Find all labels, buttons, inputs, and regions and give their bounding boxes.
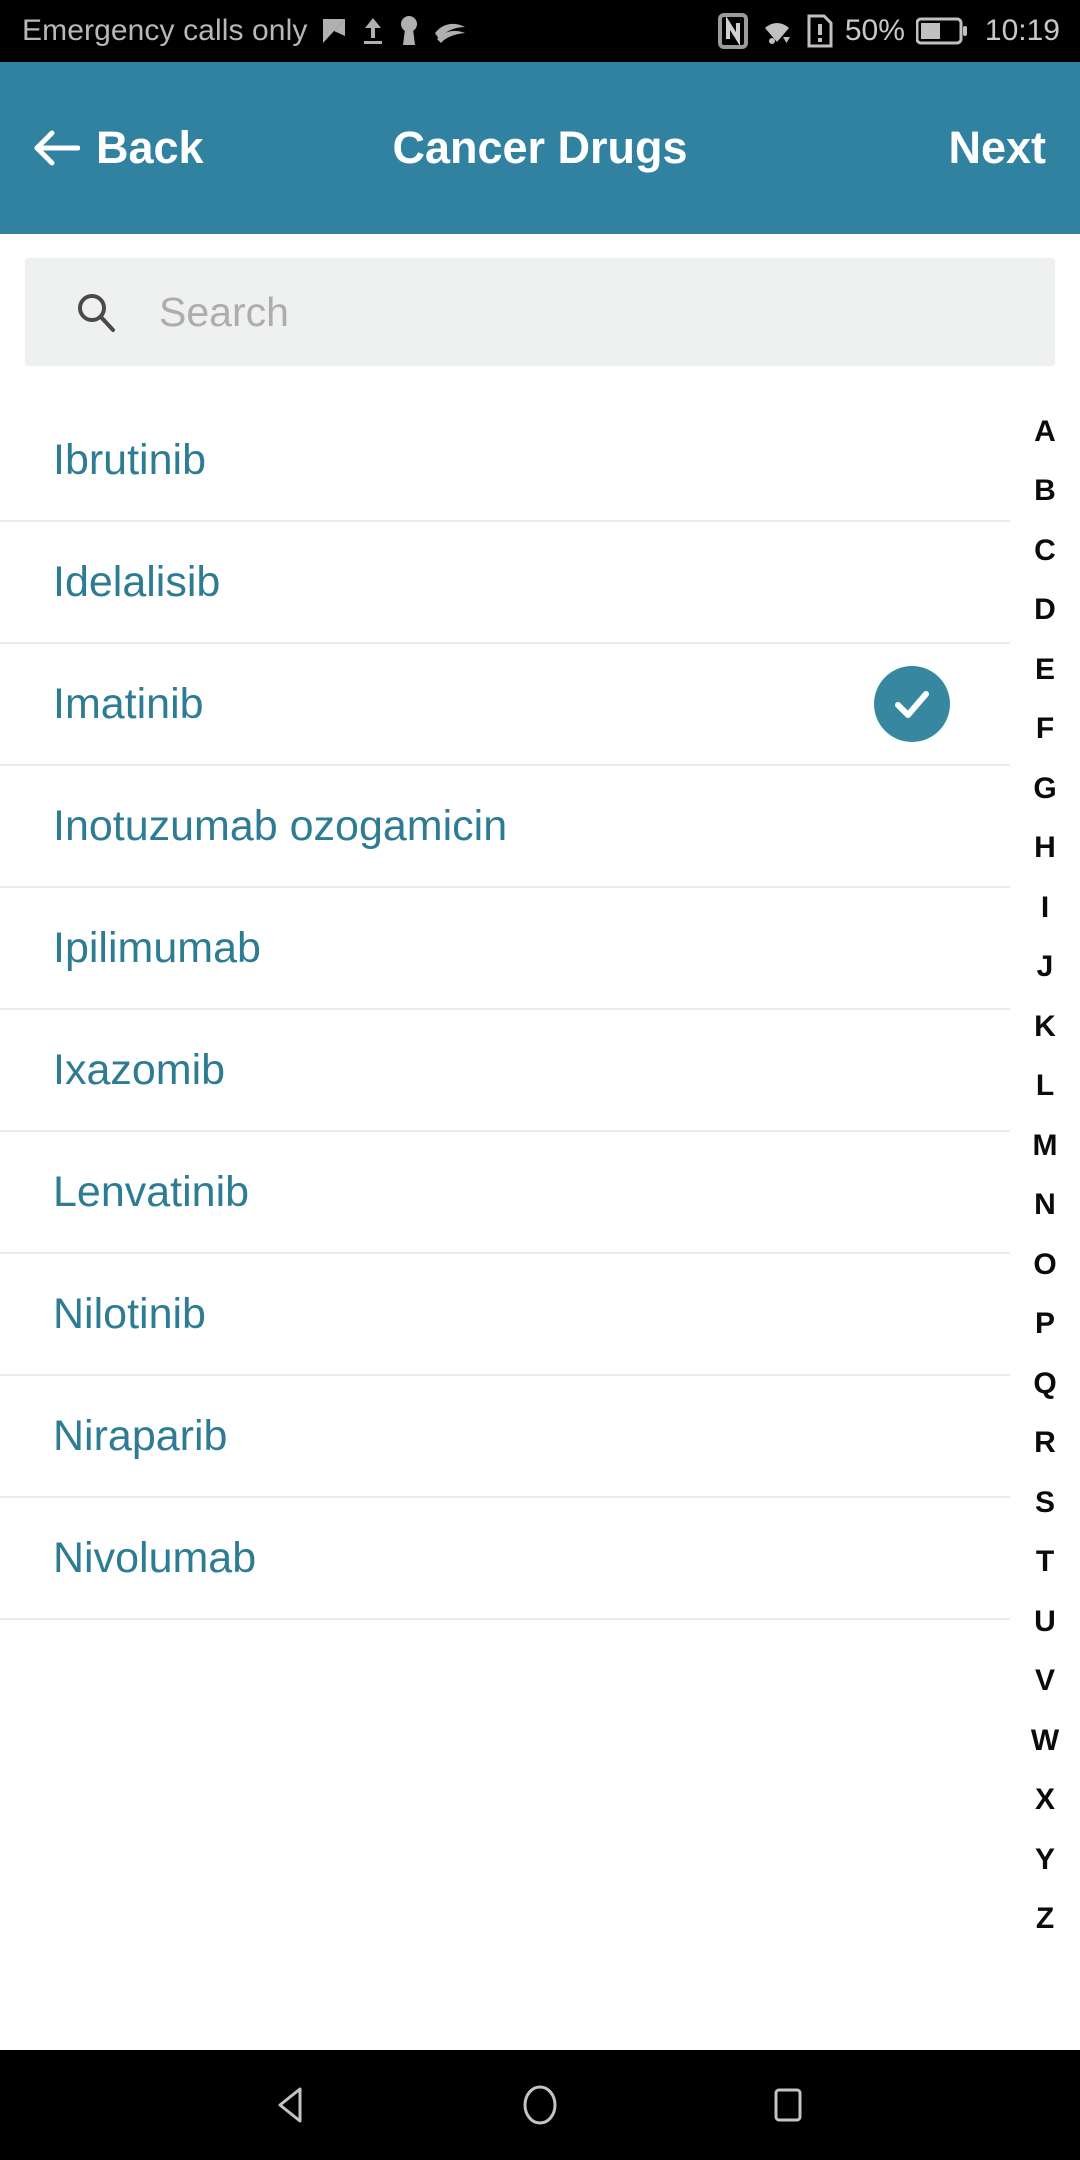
alpha-index-letter-p[interactable]: P xyxy=(1010,1295,1080,1355)
alpha-index-letter-y[interactable]: Y xyxy=(1010,1830,1080,1890)
battery-percent-label: 50% xyxy=(844,14,905,47)
list-item[interactable]: Ipilimumab xyxy=(0,888,1010,1010)
list-item-label: Inotuzumab ozogamicin xyxy=(53,801,508,850)
status-bar-left: Emergency calls only xyxy=(0,14,467,48)
search-input[interactable] xyxy=(159,288,919,336)
alpha-index-letter-z[interactable]: Z xyxy=(1010,1890,1080,1950)
home-circle-icon[interactable] xyxy=(516,2081,564,2129)
alpha-index-letter-s[interactable]: S xyxy=(1010,1473,1080,1533)
alpha-index-letter-l[interactable]: L xyxy=(1010,1057,1080,1117)
list-item-label: Nivolumab xyxy=(53,1533,257,1582)
alpha-index-letter-v[interactable]: V xyxy=(1010,1652,1080,1712)
list-item-label: Ibrutinib xyxy=(53,435,206,484)
alpha-index-letter-x[interactable]: X xyxy=(1010,1771,1080,1831)
search-icon xyxy=(75,291,117,333)
list-item[interactable]: Idelalisib xyxy=(0,522,1010,644)
list-item[interactable]: Niraparib xyxy=(0,1376,1010,1498)
upload-icon xyxy=(361,16,385,46)
sim-alert-icon xyxy=(806,14,834,48)
wifi-icon xyxy=(759,16,795,46)
alpha-index-letter-a[interactable]: A xyxy=(1010,402,1080,462)
alpha-index-letter-h[interactable]: H xyxy=(1010,819,1080,879)
list-item-label: Nilotinib xyxy=(53,1289,206,1338)
nfc-icon xyxy=(717,13,748,49)
list-item[interactable]: Nivolumab xyxy=(0,1498,1010,1620)
battery-icon xyxy=(915,17,968,45)
alpha-index-letter-u[interactable]: U xyxy=(1010,1592,1080,1652)
list-item[interactable]: Nilotinib xyxy=(0,1254,1010,1376)
clock-label: 10:19 xyxy=(984,14,1060,47)
carrier-label: Emergency calls only xyxy=(22,14,308,47)
arrow-left-icon xyxy=(34,129,81,167)
list-item[interactable]: Inotuzumab ozogamicin xyxy=(0,766,1010,888)
list-item-label: Lenvatinib xyxy=(53,1167,250,1216)
keyhole-icon xyxy=(399,15,419,47)
next-button[interactable]: Next xyxy=(948,122,1046,174)
selected-check-icon xyxy=(874,666,950,742)
back-triangle-icon[interactable] xyxy=(268,2081,316,2129)
list-item-label: Ixazomib xyxy=(53,1045,226,1094)
mail-icon xyxy=(321,16,347,46)
app-bar: Cancer Drugs Back Next xyxy=(0,62,1080,234)
list-item-label: Ipilimumab xyxy=(53,923,261,972)
list-item-label: Idelalisib xyxy=(53,557,221,606)
list-item[interactable]: Ibrutinib xyxy=(0,400,1010,522)
alphabet-index[interactable]: ABCDEFGHIJKLMNOPQRSTUVWXYZ xyxy=(1010,400,1080,2090)
android-nav-bar xyxy=(0,2050,1080,2160)
back-button[interactable]: Back xyxy=(34,122,204,174)
alpha-index-letter-f[interactable]: F xyxy=(1010,700,1080,760)
recents-square-icon[interactable] xyxy=(764,2081,812,2129)
phone-screen: Emergency calls only 50% 10:19 Cancer Dr… xyxy=(0,0,1080,2160)
drug-list[interactable]: Ibrutinib Idelalisib Imatinib Inotuzumab oz… xyxy=(0,400,1010,2090)
list-item[interactable]: Imatinib xyxy=(0,644,1010,766)
alpha-index-letter-w[interactable]: W xyxy=(1010,1711,1080,1771)
search-bar[interactable] xyxy=(25,258,1055,366)
alpha-index-letter-e[interactable]: E xyxy=(1010,640,1080,700)
alpha-index-letter-q[interactable]: Q xyxy=(1010,1354,1080,1414)
alpha-index-letter-c[interactable]: C xyxy=(1010,521,1080,581)
alpha-index-letter-j[interactable]: J xyxy=(1010,938,1080,998)
alpha-index-letter-m[interactable]: M xyxy=(1010,1116,1080,1176)
list-item-label: Imatinib xyxy=(53,679,204,728)
alpha-index-letter-o[interactable]: O xyxy=(1010,1235,1080,1295)
alpha-index-letter-n[interactable]: N xyxy=(1010,1176,1080,1236)
alpha-index-letter-i[interactable]: I xyxy=(1010,878,1080,938)
alpha-index-letter-t[interactable]: T xyxy=(1010,1533,1080,1593)
list-item-label: Niraparib xyxy=(53,1411,228,1460)
list-item[interactable]: Lenvatinib xyxy=(0,1132,1010,1254)
back-button-label: Back xyxy=(96,122,204,173)
swiftkey-icon xyxy=(433,17,467,45)
alpha-index-letter-d[interactable]: D xyxy=(1010,581,1080,641)
alpha-index-letter-b[interactable]: B xyxy=(1010,462,1080,522)
list-item[interactable]: Ixazomib xyxy=(0,1010,1010,1132)
status-bar: Emergency calls only 50% 10:19 xyxy=(0,0,1080,62)
status-bar-right: 50% 10:19 xyxy=(717,13,1080,49)
alpha-index-letter-r[interactable]: R xyxy=(1010,1414,1080,1474)
alpha-index-letter-k[interactable]: K xyxy=(1010,997,1080,1057)
alpha-index-letter-g[interactable]: G xyxy=(1010,759,1080,819)
